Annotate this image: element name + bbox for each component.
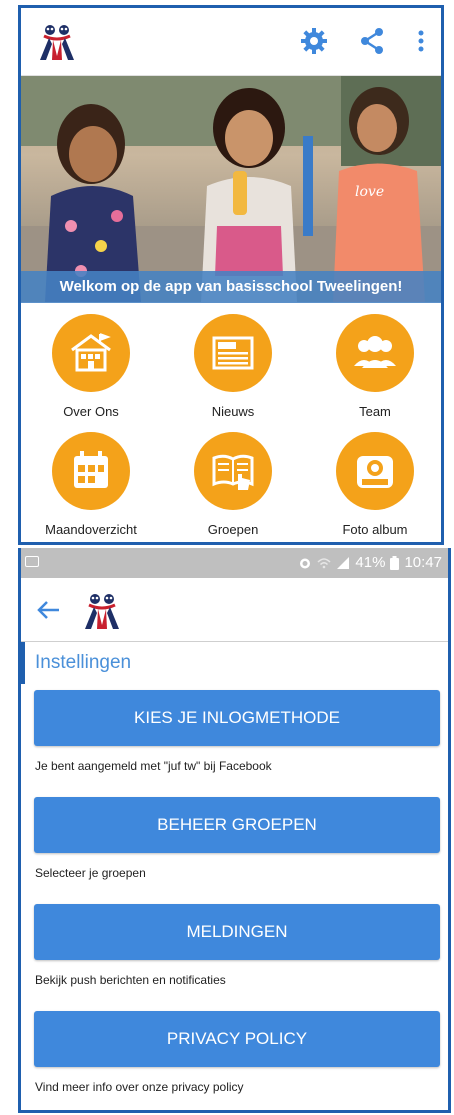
manage-groups-button[interactable]: BEHEER GROEPEN (34, 797, 440, 853)
tile-nieuws[interactable]: Nieuws (173, 314, 293, 419)
page-title: Instellingen (35, 652, 132, 673)
share-icon[interactable] (357, 26, 387, 56)
battery-icon (390, 556, 400, 570)
login-method-button[interactable]: KIES JE INLOGMETHODE (34, 690, 440, 746)
welcome-banner: Welkom op de app van basisschool Tweelin… (21, 271, 441, 303)
school-house-icon (71, 333, 111, 372)
tile-maandoverzicht[interactable]: Maandoverzicht (31, 432, 151, 537)
notifications-button[interactable]: MELDINGEN (34, 904, 440, 960)
status-bar: 41% 10:47 (21, 548, 448, 578)
back-arrow-icon[interactable] (35, 596, 65, 624)
gear-icon[interactable] (299, 26, 329, 56)
clock-time: 10:47 (404, 554, 442, 571)
settings-app-bar (21, 578, 448, 642)
privacy-policy-hint: Vind meer info over onze privacy policy (35, 1080, 244, 1094)
tile-label: Nieuws (211, 404, 255, 419)
signal-icon (337, 557, 350, 569)
frame-accent (21, 642, 25, 684)
app-screen-settings: 41% 10:47 Instellingen KIES JE INLOGMETH… (18, 548, 451, 1113)
login-method-hint: Je bent aangemeld met "juf tw" bij Faceb… (35, 759, 272, 773)
tile-groepen[interactable]: Groepen (173, 432, 293, 537)
calendar-icon (74, 451, 108, 488)
battery-percent: 41% (355, 554, 386, 571)
alarm-icon (300, 558, 311, 569)
newspaper-icon (212, 336, 254, 370)
app-bar (21, 8, 441, 76)
tile-over-ons[interactable]: Over Ons (31, 314, 151, 419)
shirt-text: love (355, 184, 384, 200)
more-vert-icon[interactable] (411, 26, 431, 56)
privacy-policy-button[interactable]: PRIVACY POLICY (34, 1011, 440, 1067)
school-logo[interactable] (81, 591, 123, 631)
tile-team[interactable]: Team (315, 314, 435, 419)
team-people-icon (354, 336, 396, 368)
image-notification-icon (25, 556, 39, 567)
tile-label: Over Ons (63, 404, 119, 419)
notifications-hint: Bekijk push berichten en notificaties (35, 973, 226, 987)
school-logo[interactable] (36, 22, 78, 62)
tile-label: Maandoverzicht (45, 522, 137, 537)
tile-foto-album[interactable]: Foto album (315, 432, 435, 537)
app-screen-home: love Welkom op de app van basisschool Tw… (18, 5, 444, 545)
tile-label: Groepen (207, 522, 259, 537)
camera-icon (357, 456, 393, 488)
manage-groups-hint: Selecteer je groepen (35, 866, 146, 880)
tile-label: Foto album (342, 522, 408, 537)
tile-label: Team (359, 404, 391, 419)
wifi-icon (317, 558, 331, 569)
book-hand-icon (212, 454, 254, 490)
hero-photo: love (21, 76, 441, 302)
